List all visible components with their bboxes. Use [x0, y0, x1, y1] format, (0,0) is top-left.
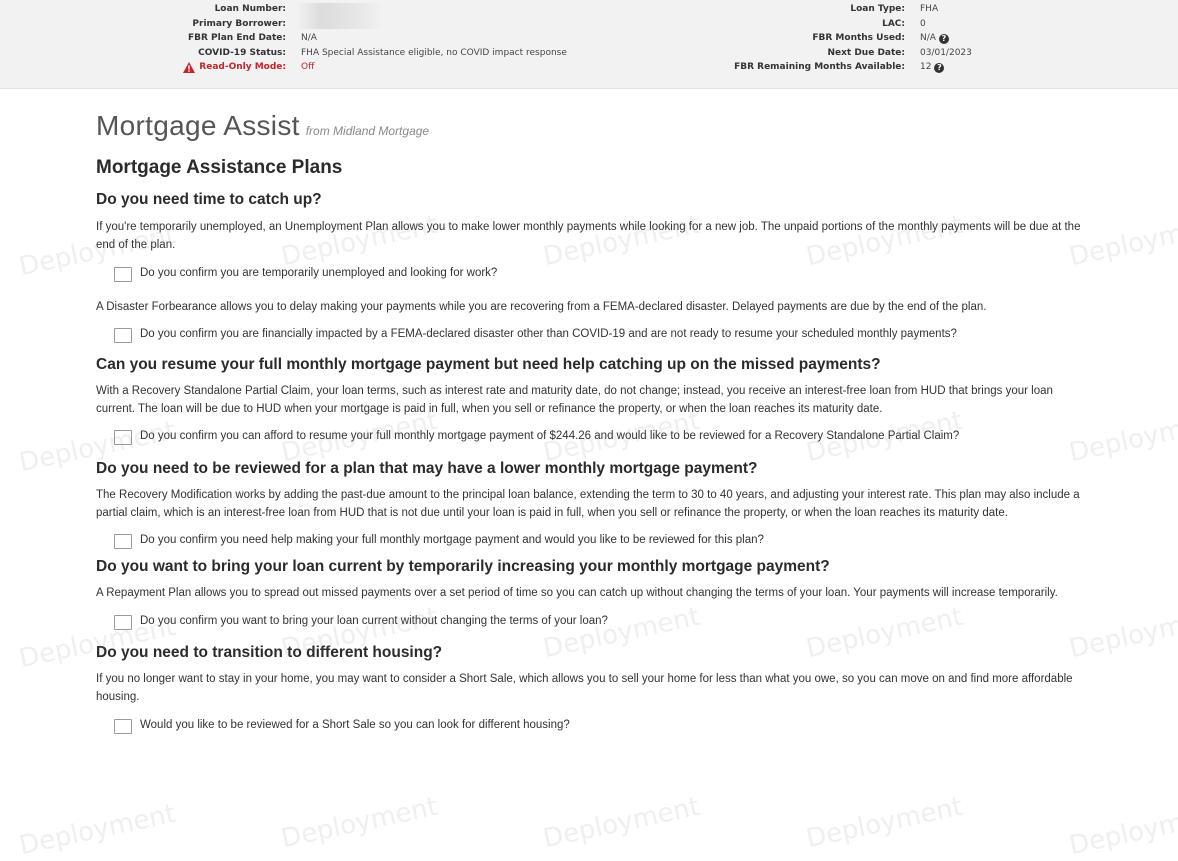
watermark: Deployment — [278, 791, 441, 855]
plan-description: If you're temporarily unemployed, an Une… — [96, 221, 1081, 251]
confirm-checkbox[interactable] — [114, 719, 132, 734]
plan-description: If you no longer want to stay in your ho… — [96, 673, 1073, 703]
next-due-date-value: 03/01/2023 — [920, 47, 972, 58]
plan-question: Do you confirm you are financially impac… — [96, 327, 1091, 343]
loan-type-label: Loan Type: — [850, 4, 905, 14]
plan-description: A Repayment Plan allows you to spread ou… — [96, 587, 1058, 599]
loan-info-right: Loan Type: FHA LAC: 0 FBR Months Used: N… — [0, 2, 1178, 75]
fbr-months-used-value: N/A — [920, 33, 936, 43]
question-label: Do you confirm you need help making your… — [140, 534, 764, 546]
confirm-checkbox[interactable] — [114, 534, 132, 549]
help-icon[interactable]: ? — [938, 34, 949, 44]
watermark: Deployment — [16, 798, 179, 861]
plan-heading: Do you want to bring your loan current b… — [96, 558, 830, 575]
question-label: Do you confirm you are temporarily unemp… — [140, 267, 498, 279]
watermark: Deployment — [803, 791, 966, 855]
fbr-remaining-months-value: 12 — [920, 62, 932, 72]
watermark: Deployment — [540, 791, 703, 855]
plan-question: Would you like to be reviewed for a Shor… — [96, 718, 1091, 734]
watermark: Deployment — [1066, 798, 1178, 861]
plan-description: A Disaster Forbearance allows you to del… — [96, 301, 987, 313]
plan-question: Do you confirm you are temporarily unemp… — [96, 266, 1091, 282]
question-label: Do you confirm you want to bring your lo… — [140, 615, 608, 627]
question-label: Would you like to be reviewed for a Shor… — [140, 719, 570, 731]
fbr-remaining-months-row: FBR Remaining Months Available: 12? — [0, 60, 1178, 75]
fbr-months-used-row: FBR Months Used: N/A? — [0, 31, 1178, 46]
plan-question: Do you confirm you can afford to resume … — [96, 429, 1091, 445]
confirm-checkbox[interactable] — [114, 328, 132, 343]
plan-heading: Can you resume your full monthly mortgag… — [96, 356, 881, 373]
confirm-checkbox[interactable] — [114, 615, 132, 630]
next-due-date-label: Next Due Date: — [827, 47, 905, 58]
lac-row: LAC: 0 — [0, 17, 1178, 32]
lac-value: 0 — [920, 18, 926, 29]
fbr-remaining-months-label: FBR Remaining Months Available: — [734, 62, 905, 72]
main-content: Mortgage Assist from Midland Mortgage Mor… — [96, 100, 1091, 734]
question-label: Do you confirm you are financially impac… — [140, 328, 957, 340]
question-label: Do you confirm you can afford to resume … — [140, 430, 960, 442]
plan-heading: Do you need to transition to different h… — [96, 644, 443, 661]
section-title: Mortgage Assistance Plans — [96, 157, 343, 178]
next-due-date-row: Next Due Date: 03/01/2023 — [0, 46, 1178, 61]
plan-question: Do you confirm you need help making your… — [96, 533, 1091, 549]
plan-description: With a Recovery Standalone Partial Claim… — [96, 385, 1053, 415]
plan-question: Do you confirm you want to bring your lo… — [96, 614, 1091, 630]
app-subtitle: from Midland Mortgage — [305, 124, 430, 138]
confirm-checkbox[interactable] — [114, 267, 132, 282]
help-icon[interactable]: ? — [934, 63, 945, 73]
fbr-months-used-label: FBR Months Used: — [812, 33, 905, 43]
plan-heading: Do you need time to catch up? — [96, 191, 322, 208]
loan-info-bar: Loan Number: Primary Borrower: FBR Plan … — [0, 0, 1178, 89]
plan-description: The Recovery Modification works by addin… — [96, 489, 1080, 519]
plan-heading: Do you need to be reviewed for a plan th… — [96, 460, 758, 477]
loan-type-value: FHA — [920, 4, 939, 14]
lac-label: LAC: — [882, 18, 905, 29]
app-title: Mortgage Assist from Midland Mortgage — [96, 110, 1091, 142]
app-title-text: Mortgage Assist — [96, 110, 300, 141]
fbr-months-used-value-wrap: N/A? — [920, 31, 949, 46]
fbr-remaining-months-value-wrap: 12? — [920, 60, 945, 75]
loan-type-row: Loan Type: FHA — [0, 2, 1178, 17]
confirm-checkbox[interactable] — [114, 430, 132, 445]
